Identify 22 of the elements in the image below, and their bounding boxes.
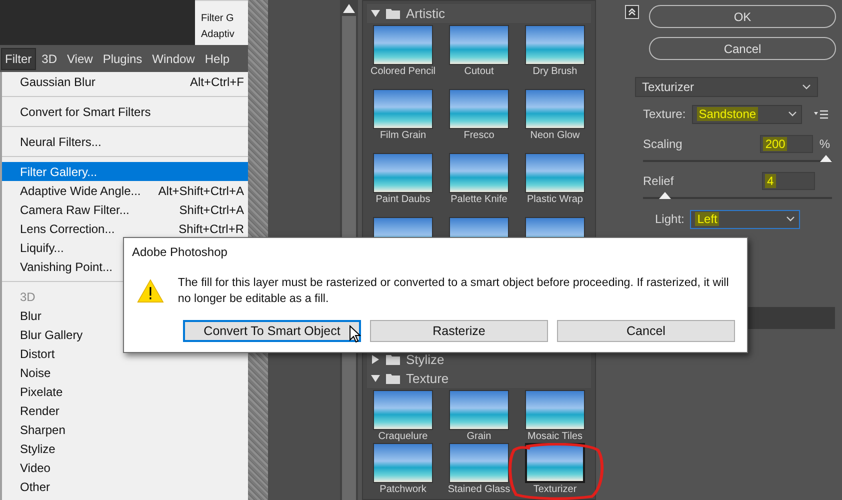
field-label: Scaling (643, 137, 682, 151)
filter-label: Grain (466, 430, 492, 443)
filter-label: Stained Glass (448, 483, 510, 496)
field-label: Light: (655, 212, 684, 226)
filter-label: Paint Daubs (376, 193, 430, 206)
dialog-message: The fill for this layer must be rasterized or converted to a smart object before proceeding. If rasterized, it will no longer be editable as a fill. (178, 275, 730, 307)
filter-label: Mosaic Tiles (527, 430, 582, 443)
filter-label: Plastic Wrap (527, 193, 583, 206)
filter-label: Film Grain (380, 129, 426, 142)
filter-label: Dry Brush (532, 65, 578, 78)
filter-label: Patchwork (380, 483, 426, 496)
filter-label: Fresco (464, 129, 494, 142)
filter-label: Neon Glow (530, 129, 580, 142)
field-label: Relief (643, 174, 674, 188)
filter-label: Texturizer (533, 483, 577, 496)
filter-label: Palette Knife (450, 193, 508, 206)
filter-label: Craquelure (378, 430, 428, 443)
field-label: Texture: (643, 107, 686, 121)
filter-label: Colored Pencil (370, 65, 436, 78)
filter-label: Cutout (464, 65, 494, 78)
dialog-title: Adobe Photoshop (132, 245, 228, 259)
unit-label: % (819, 137, 830, 151)
